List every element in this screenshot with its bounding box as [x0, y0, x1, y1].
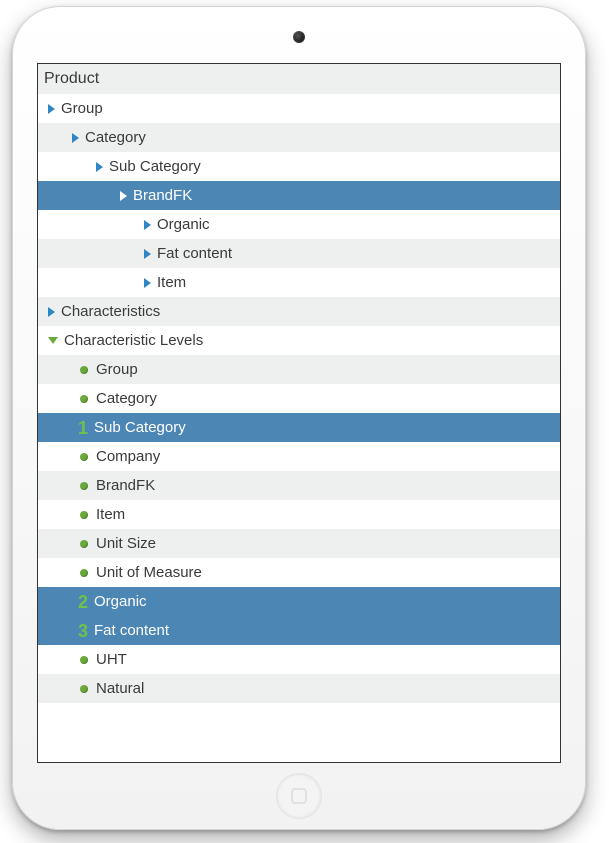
expand-arrow-icon — [96, 162, 103, 172]
camera-icon — [293, 31, 305, 43]
tree-row-label: Group — [61, 94, 560, 123]
bullet-icon — [80, 569, 88, 577]
tree-row[interactable]: Organic — [38, 210, 560, 239]
tree-row[interactable]: 1Sub Category — [38, 413, 560, 442]
tree-row-label: Category — [85, 123, 560, 152]
collapse-arrow-icon — [48, 337, 58, 344]
bullet-icon — [80, 395, 88, 403]
tree-row-label: Item — [157, 268, 560, 297]
tree-row[interactable]: Item — [38, 500, 560, 529]
bullet-icon — [80, 366, 88, 374]
tree-row-label: Characteristic Levels — [64, 326, 560, 355]
tablet-frame: Product GroupCategorySub CategoryBrandFK… — [12, 6, 586, 830]
tree-row[interactable]: UHT — [38, 645, 560, 674]
tree-row[interactable]: Natural — [38, 674, 560, 703]
expand-arrow-icon — [72, 133, 79, 143]
tree-row-label: BrandFK — [133, 181, 560, 210]
expand-arrow-icon — [144, 249, 151, 259]
bullet-icon — [80, 656, 88, 664]
tree-row[interactable]: BrandFK — [38, 181, 560, 210]
expand-arrow-icon — [48, 104, 55, 114]
bullet-icon — [80, 540, 88, 548]
home-button[interactable] — [276, 773, 322, 819]
expand-arrow-icon — [48, 307, 55, 317]
tree-row[interactable]: 3Fat content — [38, 616, 560, 645]
tree-row-label: Characteristics — [61, 297, 560, 326]
bullet-icon — [80, 453, 88, 461]
screen: Product GroupCategorySub CategoryBrandFK… — [37, 63, 561, 763]
home-icon — [291, 788, 307, 804]
tree-row[interactable]: BrandFK — [38, 471, 560, 500]
tree-row[interactable]: Category — [38, 384, 560, 413]
expand-arrow-icon — [120, 191, 127, 201]
rank-number: 3 — [76, 622, 90, 640]
bullet-icon — [80, 482, 88, 490]
tree-row-label: Sub Category — [94, 413, 560, 442]
tree-row[interactable]: Sub Category — [38, 152, 560, 181]
tree-row[interactable]: 2Organic — [38, 587, 560, 616]
tree-row-label: Organic — [94, 587, 560, 616]
expand-arrow-icon — [144, 220, 151, 230]
tree-row-label: Organic — [157, 210, 560, 239]
tree-body: GroupCategorySub CategoryBrandFKOrganicF… — [38, 94, 560, 703]
tree-row[interactable]: Fat content — [38, 239, 560, 268]
bullet-icon — [80, 685, 88, 693]
tree-row-label: Fat content — [157, 239, 560, 268]
tree-row[interactable]: Category — [38, 123, 560, 152]
tree-row-label: Sub Category — [109, 152, 560, 181]
tree-row-label: Group — [96, 355, 560, 384]
tree-row-label: BrandFK — [96, 471, 560, 500]
tree-row-label: Item — [96, 500, 560, 529]
bullet-icon — [80, 511, 88, 519]
tree-row-label: Unit of Measure — [96, 558, 560, 587]
tree-row[interactable]: Characteristic Levels — [38, 326, 560, 355]
rank-number: 1 — [76, 419, 90, 437]
expand-arrow-icon — [144, 278, 151, 288]
tree-row[interactable]: Group — [38, 94, 560, 123]
tree-header-label: Product — [44, 64, 560, 94]
tree-row[interactable]: Characteristics — [38, 297, 560, 326]
tree-row-label: Natural — [96, 674, 560, 703]
tree-row[interactable]: Unit of Measure — [38, 558, 560, 587]
tree-row-label: Unit Size — [96, 529, 560, 558]
tree-row-label: UHT — [96, 645, 560, 674]
tree-row-label: Company — [96, 442, 560, 471]
tree-row-label: Category — [96, 384, 560, 413]
rank-number: 2 — [76, 593, 90, 611]
tree-row-label: Fat content — [94, 616, 560, 645]
tree-row[interactable]: Company — [38, 442, 560, 471]
tree-row[interactable]: Unit Size — [38, 529, 560, 558]
tree-row[interactable]: Group — [38, 355, 560, 384]
tree-header[interactable]: Product — [38, 64, 560, 94]
tree-row[interactable]: Item — [38, 268, 560, 297]
